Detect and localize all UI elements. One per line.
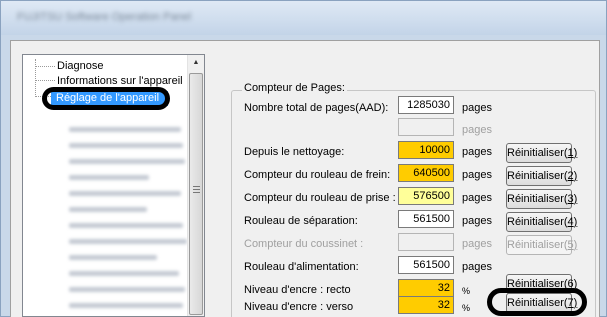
annotation-ring [487, 288, 587, 316]
blurred-tree-item [69, 223, 183, 228]
since-cleaning-value: 10000 [398, 141, 454, 159]
reset-button-5: Réinitialiser(5) [506, 235, 577, 255]
reset-button-close: ) [573, 216, 578, 228]
title-bar: FUJITSU Software Operation Panel [1, 1, 606, 35]
blank-counter-unit: pages [462, 124, 492, 136]
group-title: Compteur de Pages: [242, 82, 347, 94]
feed-roller-unit: pages [462, 261, 492, 273]
ink-back-unit: % [462, 303, 471, 313]
blurred-tree-item [69, 207, 147, 212]
tree-connector [35, 66, 55, 67]
feed-roller-value: 561500 [398, 256, 454, 274]
ink-front-unit: % [462, 286, 471, 296]
separation-roller-label: Rouleau de séparation: [244, 215, 358, 227]
reset-button-1[interactable]: Réinitialiser(1) [506, 143, 577, 163]
blurred-tree-item [69, 191, 181, 196]
reset-button-close: ) [573, 147, 578, 159]
pad-counter-value [398, 233, 454, 251]
blurred-tree-item [69, 303, 183, 308]
tree-scrollbar[interactable]: ▲ [187, 55, 204, 316]
scrollbar-thumb[interactable] [189, 73, 203, 315]
reset-button-3[interactable]: Réinitialiser(3) [506, 189, 577, 209]
grip-icon [193, 186, 200, 193]
total-pages-label: Nombre total de pages(AAD): [244, 102, 389, 114]
reset-button-2[interactable]: Réinitialiser(2) [506, 166, 577, 186]
blurred-tree-item [69, 255, 157, 260]
ink-front-label: Niveau d'encre : recto [244, 284, 351, 296]
tree-connector [35, 59, 36, 95]
total-pages-unit: pages [462, 102, 492, 114]
scroll-up-arrow-icon[interactable]: ▲ [188, 55, 204, 71]
reset-button-text: Réinitialiser( [507, 216, 568, 228]
blurred-tree-item [69, 127, 181, 132]
annotation-ring [42, 87, 170, 110]
blank-counter-value [398, 118, 454, 136]
blurred-tree-item [69, 159, 185, 164]
total-pages-value: 1285030 [398, 96, 454, 114]
pad-counter-label: Compteur du coussinet : [244, 238, 364, 250]
settings-tree[interactable]: Diagnose Informations sur l'appareil Rég… [22, 54, 205, 317]
reset-button-close: ) [573, 193, 578, 205]
separation-roller-unit: pages [462, 215, 492, 227]
reset-button-close: ) [573, 239, 578, 251]
ink-back-value: 32 [398, 296, 454, 314]
reset-button-text: Réinitialiser( [507, 239, 568, 251]
tree-item-diagnose[interactable]: Diagnose [57, 60, 103, 72]
tree-connector [35, 80, 55, 81]
since-cleaning-unit: pages [462, 146, 492, 158]
ink-back-label: Niveau d'encre : verso [244, 301, 354, 313]
ink-front-value: 32 [398, 279, 454, 297]
pick-roller-value: 576500 [398, 187, 454, 205]
reset-button-text: Réinitialiser( [507, 170, 568, 182]
since-cleaning-label: Depuis le nettoyage: [244, 146, 345, 158]
tree-item-device-info[interactable]: Informations sur l'appareil [57, 75, 183, 87]
pick-roller-label: Compteur du rouleau de prise : [244, 192, 396, 204]
reset-button-text: Réinitialiser( [507, 193, 568, 205]
blurred-tree-item [69, 143, 183, 148]
brake-roller-label: Compteur du rouleau de frein: [244, 169, 391, 181]
blurred-tree-item [69, 175, 149, 180]
separation-roller-value: 561500 [398, 210, 454, 228]
feed-roller-label: Rouleau d'alimentation: [244, 261, 359, 273]
reset-button-text: Réinitialiser( [507, 147, 568, 159]
blurred-tree-item [69, 271, 179, 276]
brake-roller-unit: pages [462, 169, 492, 181]
blurred-tree-item [69, 287, 185, 292]
pad-counter-unit: pages [462, 238, 492, 250]
reset-button-close: ) [573, 170, 578, 182]
reset-button-4[interactable]: Réinitialiser(4) [506, 212, 577, 232]
pick-roller-unit: pages [462, 192, 492, 204]
blurred-tree-item [69, 239, 187, 244]
window-title: FUJITSU Software Operation Panel [17, 11, 192, 23]
brake-roller-value: 640500 [398, 164, 454, 182]
